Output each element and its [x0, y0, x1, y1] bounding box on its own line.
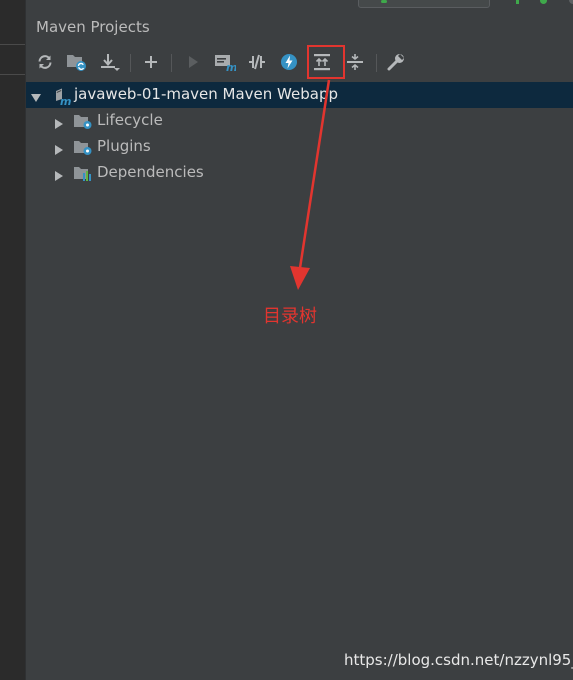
toolbar-separator: [130, 54, 131, 72]
watermark: https://blog.csdn.net/nzzynl95_: [344, 651, 573, 669]
maven-toolbar: m: [26, 45, 573, 79]
run-configuration-combo[interactable]: [358, 0, 490, 8]
refresh-icon[interactable]: [34, 51, 56, 73]
run-indicator-icon: [381, 0, 387, 3]
tree-item-label: Dependencies: [97, 163, 204, 181]
annotation-highlight-box: [307, 45, 345, 79]
run-icon[interactable]: [516, 0, 519, 4]
tree-item-lifecycle[interactable]: Lifecycle: [26, 108, 573, 134]
toolbar-separator: [376, 54, 377, 72]
tree-item-label: Plugins: [97, 137, 151, 155]
panel-title: Maven Projects: [36, 18, 150, 36]
svg-text:m: m: [226, 61, 236, 72]
expanded-arrow-icon[interactable]: [30, 89, 42, 102]
divider: [0, 44, 25, 45]
annotation-label: 目录树: [263, 306, 317, 327]
top-bar-remnant: [26, 0, 573, 10]
divider: [0, 74, 25, 75]
debug-icon[interactable]: [540, 0, 547, 4]
collapsed-arrow-icon[interactable]: [53, 167, 65, 181]
add-icon[interactable]: [140, 51, 162, 73]
editor-left-strip: [0, 0, 25, 680]
tree-root-row[interactable]: m javaweb-01-maven Maven Webapp: [26, 82, 573, 108]
dependencies-folder-icon: [73, 165, 91, 182]
collapse-all-icon[interactable]: [344, 51, 366, 73]
run-icon[interactable]: [182, 51, 204, 73]
svg-text:m: m: [60, 95, 71, 105]
plugins-folder-icon: [73, 139, 92, 156]
settings-wrench-icon[interactable]: [385, 51, 407, 73]
execute-goal-icon[interactable]: m: [214, 51, 236, 73]
maven-module-icon: m: [53, 87, 71, 108]
collapsed-arrow-icon[interactable]: [53, 115, 65, 129]
download-icon[interactable]: [99, 51, 121, 73]
toolbar-separator: [171, 54, 172, 72]
collapsed-arrow-icon[interactable]: [53, 141, 65, 155]
generate-sources-icon[interactable]: [66, 51, 88, 73]
toggle-offline-icon[interactable]: [246, 51, 268, 73]
coverage-icon[interactable]: [569, 0, 573, 4]
tree-item-label: Lifecycle: [97, 111, 163, 129]
skip-tests-icon[interactable]: [278, 51, 300, 73]
lifecycle-folder-icon: [73, 113, 92, 130]
project-tree: m javaweb-01-maven Maven Webapp Lifecycl…: [26, 80, 573, 680]
tree-item-plugins[interactable]: Plugins: [26, 134, 573, 160]
tree-root-label: javaweb-01-maven Maven Webapp: [74, 85, 338, 103]
tree-item-dependencies[interactable]: Dependencies: [26, 160, 573, 186]
